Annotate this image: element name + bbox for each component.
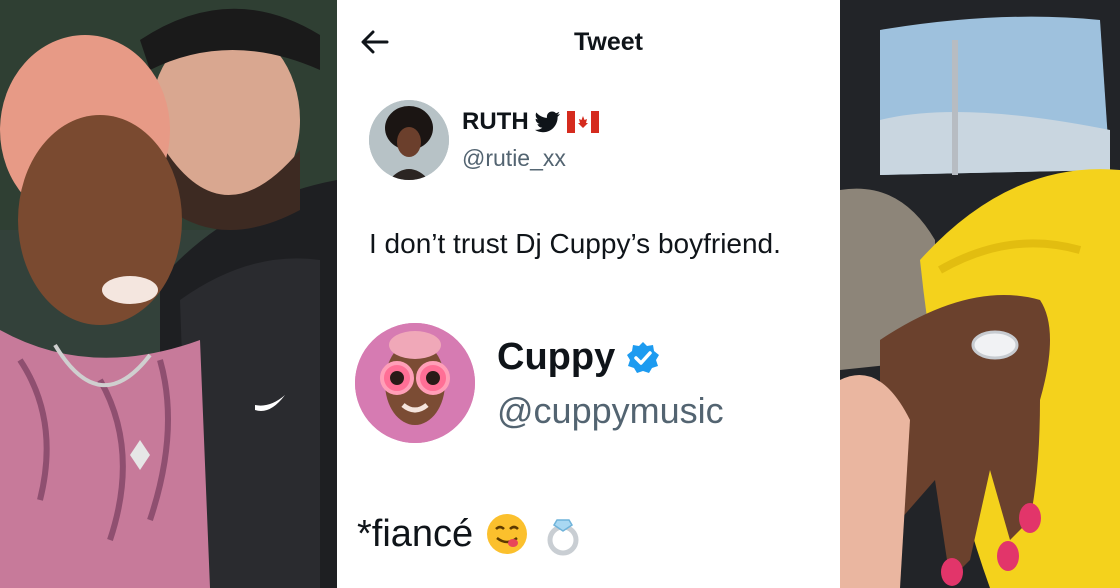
couple-selfie-photo: [0, 0, 337, 588]
ring-icon: [547, 519, 579, 556]
author-name-text[interactable]: Cuppy: [497, 336, 615, 379]
avatar[interactable]: [355, 323, 475, 443]
author-name[interactable]: Cuppy: [497, 336, 661, 379]
reply-text-content: *fiancé: [357, 512, 474, 555]
verified-badge-icon: [627, 341, 660, 373]
engagement-ring-image: [840, 0, 1120, 588]
author-name-text[interactable]: RUTH: [462, 108, 529, 136]
author-handle[interactable]: @cuppymusic: [497, 390, 724, 432]
ruth-avatar-image: [369, 100, 449, 180]
engagement-ring-hand-photo: [840, 0, 1120, 588]
couple-selfie-image: [0, 0, 337, 588]
savoring-face-icon: [487, 514, 528, 554]
avatar[interactable]: [369, 100, 449, 180]
reply-text: *fiancé: [357, 512, 585, 556]
author-name[interactable]: RUTH: [462, 108, 599, 136]
canada-flag-icon: [566, 111, 599, 133]
twitter-bird-icon: [534, 111, 560, 133]
tweet-text: I don’t trust Dj Cuppy’s boyfriend.: [369, 228, 781, 259]
cuppy-avatar-image: [355, 323, 475, 443]
page-title: Tweet: [574, 28, 643, 56]
tweet-thread: Tweet RUTH @rutie_xx I don’t trust Dj Cu…: [337, 0, 840, 588]
author-handle[interactable]: @rutie_xx: [462, 145, 566, 172]
